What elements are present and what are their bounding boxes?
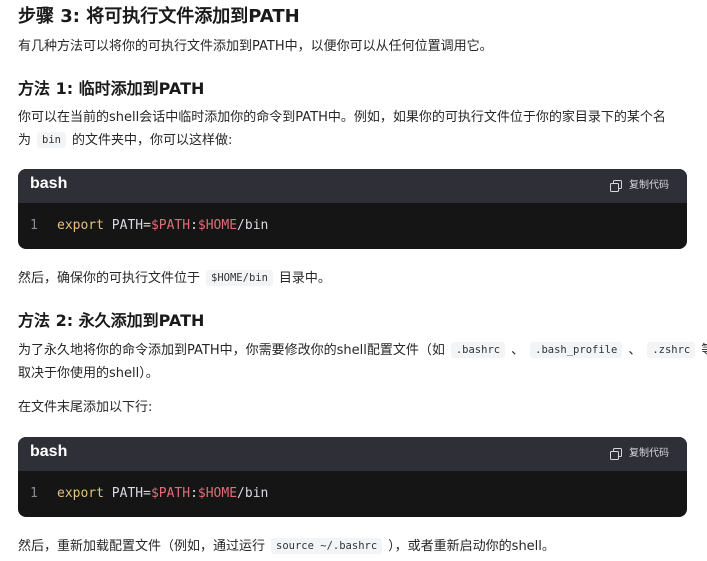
method2-text-a: 为了永久地将你的命令添加到PATH中，你需要修改你的shell配置文件（如 bbox=[18, 343, 445, 358]
code-block-header: bash 复制代码 bbox=[18, 437, 687, 471]
code-line: export PATH=$PATH:$HOME/bin bbox=[57, 486, 268, 501]
code-rest: /bin bbox=[237, 486, 269, 501]
method2-sep2: 、 bbox=[628, 343, 642, 358]
method2-sep1: 、 bbox=[511, 343, 525, 358]
method2-paragraph-line1: 为了永久地将你的命令添加到PATH中，你需要修改你的shell配置文件（如 .ba… bbox=[18, 339, 707, 363]
method2-after-paragraph: 然后，重新加载配置文件（例如，通过运行 source ~/.bashrc ），或者重… bbox=[18, 535, 555, 559]
code-assign: PATH= bbox=[103, 218, 151, 233]
method2-heading: 方法 2: 永久添加到PATH bbox=[18, 311, 205, 330]
line-number: 1 bbox=[30, 486, 38, 501]
code-block-method2: bash 复制代码 1 export PATH=$PATH:$HOME/bin bbox=[18, 437, 687, 517]
code-variable-path: $PATH bbox=[150, 486, 191, 501]
copy-icon bbox=[610, 180, 622, 192]
code-language-label: bash bbox=[30, 175, 68, 192]
method2-paragraph-line2: 取决于你使用的shell）。 bbox=[18, 366, 159, 381]
method1-text-a: 为 bbox=[18, 133, 32, 148]
method1-text-b: 的文件夹中，你可以这样做: bbox=[71, 133, 233, 148]
code-keyword: export bbox=[57, 218, 104, 233]
article-page: 步骤 3: 将可执行文件添加到PATH 有几种方法可以将你的可执行文件添加到PA… bbox=[0, 0, 707, 561]
intro-paragraph: 有几种方法可以将你的可执行文件添加到PATH中，以便你可以从任何位置调用它。 bbox=[18, 39, 493, 54]
method1-after-paragraph: 然后，确保你的可执行文件位于 $HOME/bin 目录中。 bbox=[18, 267, 331, 291]
inline-code-home-bin: $HOME/bin bbox=[206, 270, 273, 286]
code-separator: : bbox=[190, 486, 198, 501]
code-variable-path: $PATH bbox=[150, 218, 191, 233]
step-heading: 步骤 3: 将可执行文件添加到PATH bbox=[18, 6, 300, 27]
method1-after-text-b: 目录中。 bbox=[278, 271, 331, 286]
code-block-body: 1 export PATH=$PATH:$HOME/bin bbox=[18, 203, 687, 249]
inline-code-bash-profile: .bash_profile bbox=[530, 342, 623, 358]
code-block-header: bash 复制代码 bbox=[18, 169, 687, 203]
code-block-method1: bash 复制代码 1 export PATH=$PATH:$HOME/bin bbox=[18, 169, 687, 249]
code-language-label: bash bbox=[30, 443, 68, 460]
copy-icon bbox=[610, 448, 622, 460]
inline-code-bashrc: .bashrc bbox=[450, 342, 506, 358]
code-variable-home: $HOME bbox=[197, 486, 238, 501]
method2-text-b: 等， bbox=[701, 343, 707, 358]
method2-after-text-a: 然后，重新加载配置文件（例如，通过运行 bbox=[18, 539, 266, 554]
code-variable-home: $HOME bbox=[197, 218, 238, 233]
method1-after-text-a: 然后，确保你的可执行文件位于 bbox=[18, 271, 201, 286]
method2-paragraph-line3: 在文件末尾添加以下行: bbox=[18, 400, 153, 415]
copy-code-button[interactable]: 复制代码 bbox=[610, 179, 669, 193]
method1-paragraph-line1: 你可以在当前的shell会话中临时添加你的命令到PATH中。例如，如果你的可执行… bbox=[18, 110, 666, 125]
copy-code-label: 复制代码 bbox=[629, 180, 669, 191]
inline-code-zshrc: .zshrc bbox=[647, 342, 696, 358]
line-number: 1 bbox=[30, 218, 38, 233]
method1-heading: 方法 1: 临时添加到PATH bbox=[18, 79, 205, 98]
code-block-body: 1 export PATH=$PATH:$HOME/bin bbox=[18, 471, 687, 517]
method1-paragraph-line2: 为 bin 的文件夹中，你可以这样做: bbox=[18, 129, 232, 153]
code-keyword: export bbox=[57, 486, 104, 501]
inline-code-source: source ~/.bashrc bbox=[271, 538, 383, 554]
inline-code-bin: bin bbox=[37, 132, 66, 148]
code-line: export PATH=$PATH:$HOME/bin bbox=[57, 218, 268, 233]
method2-after-text-b: ），或者重新启动你的shell。 bbox=[388, 539, 555, 554]
copy-code-button[interactable]: 复制代码 bbox=[610, 447, 669, 461]
code-separator: : bbox=[190, 218, 198, 233]
copy-code-label: 复制代码 bbox=[629, 448, 669, 459]
code-rest: /bin bbox=[237, 218, 269, 233]
code-assign: PATH= bbox=[103, 486, 151, 501]
